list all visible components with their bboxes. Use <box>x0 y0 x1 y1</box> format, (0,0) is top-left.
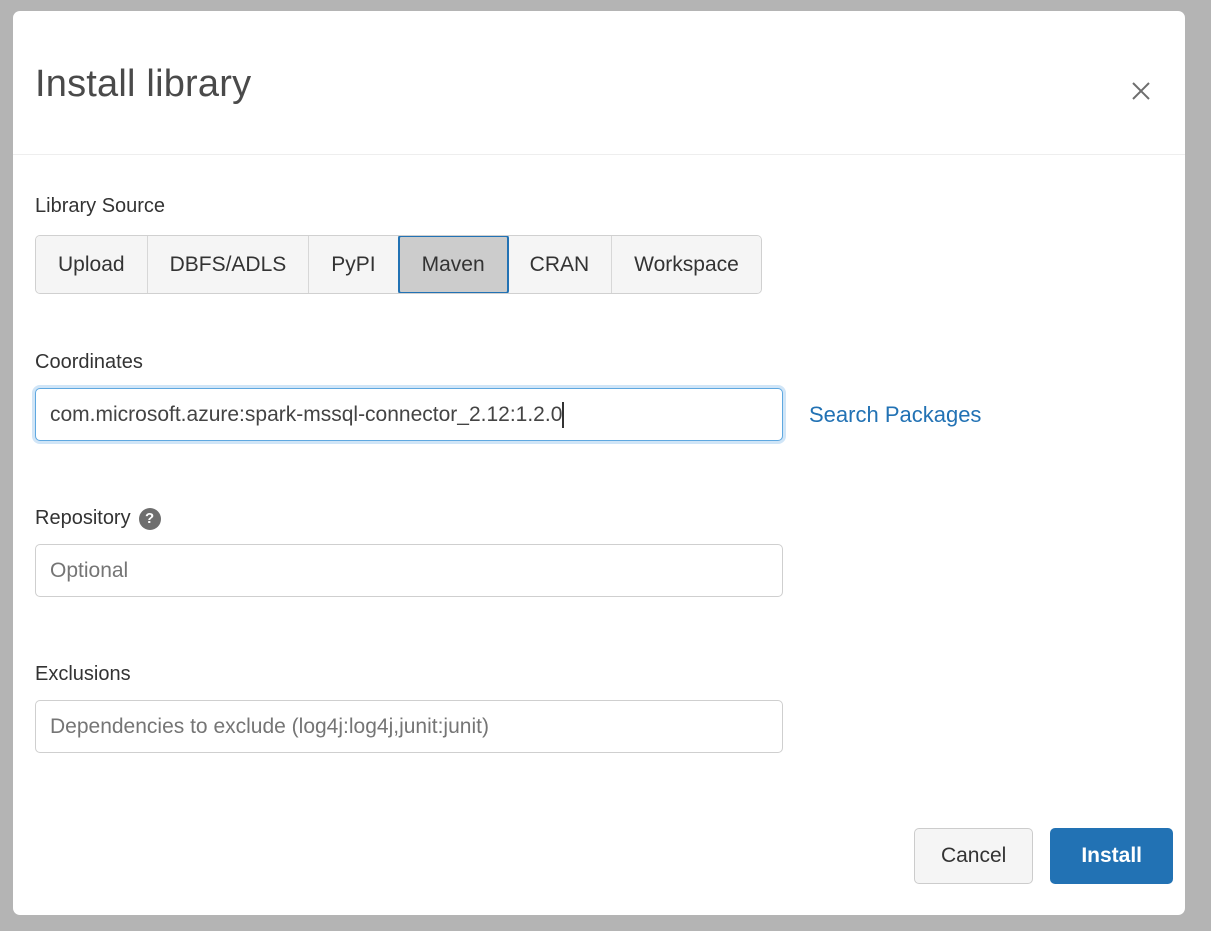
text-cursor <box>562 401 565 428</box>
library-source-tab-group: Upload DBFS/ADLS PyPI Maven CRAN Workspa… <box>35 235 762 294</box>
library-source-section: Library Source Upload DBFS/ADLS PyPI Mav… <box>35 195 762 294</box>
coordinates-row: com.microsoft.azure:spark-mssql-connecto… <box>35 374 981 441</box>
help-icon[interactable]: ? <box>138 507 161 530</box>
tab-workspace[interactable]: Workspace <box>612 236 761 293</box>
repository-label: Repository ? <box>35 507 783 530</box>
exclusions-label: Exclusions <box>35 663 131 685</box>
repository-section: Repository ? <box>35 507 783 597</box>
repository-label-text: Repository <box>35 507 131 529</box>
tab-maven[interactable]: Maven <box>397 236 509 293</box>
tab-upload[interactable]: Upload <box>36 236 148 293</box>
coordinates-section: Coordinates com.microsoft.azure:spark-ms… <box>35 351 981 441</box>
exclusions-input[interactable] <box>35 700 783 753</box>
repository-input[interactable] <box>35 544 783 597</box>
dialog-footer: Cancel Install <box>913 828 1173 884</box>
page-title: Install library <box>35 63 252 105</box>
install-button[interactable]: Install <box>1050 828 1173 884</box>
tab-dbfs-adls[interactable]: DBFS/ADLS <box>147 236 310 293</box>
close-icon[interactable] <box>1121 71 1161 111</box>
exclusions-section: Exclusions <box>35 663 783 753</box>
install-library-dialog: Install library Library Source Upload DB… <box>13 11 1185 915</box>
tab-pypi[interactable]: PyPI <box>309 236 399 293</box>
coordinates-input[interactable]: com.microsoft.azure:spark-mssql-connecto… <box>35 388 783 441</box>
tab-cran[interactable]: CRAN <box>507 236 613 293</box>
dialog-header: Install library <box>13 11 1185 155</box>
coordinates-label: Coordinates <box>35 351 143 373</box>
coordinates-input-value: com.microsoft.azure:spark-mssql-connecto… <box>50 402 563 426</box>
search-packages-link[interactable]: Search Packages <box>809 402 981 428</box>
cancel-button[interactable]: Cancel <box>913 828 1034 884</box>
library-source-label: Library Source <box>35 195 166 217</box>
